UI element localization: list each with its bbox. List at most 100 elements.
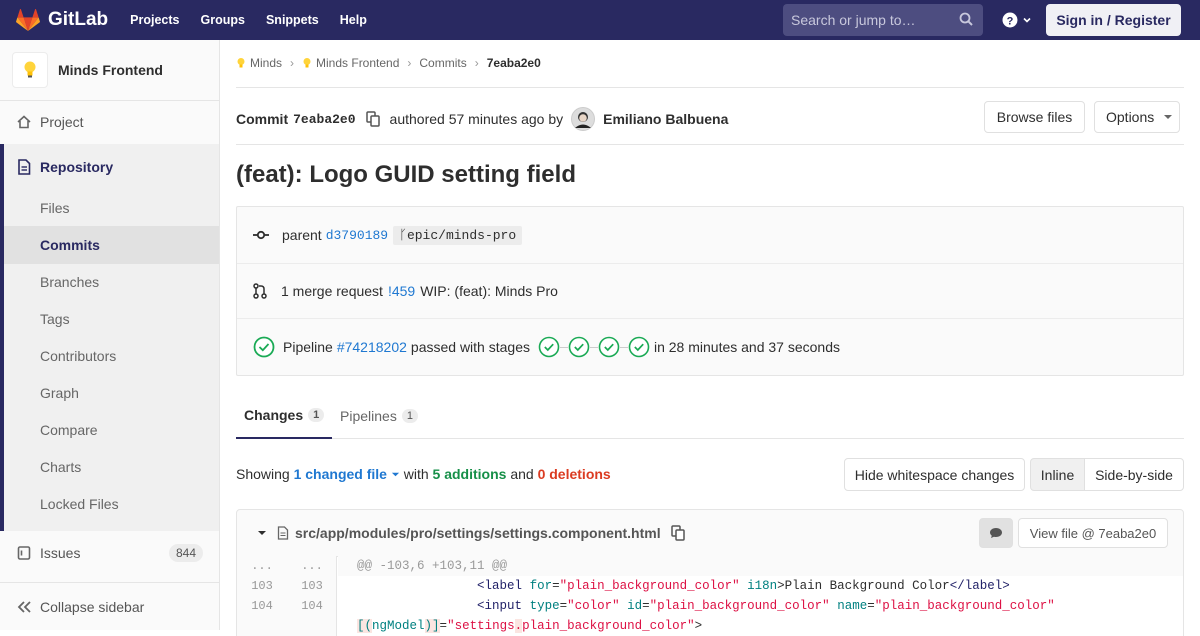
sidebar-item-label: Repository bbox=[40, 159, 114, 175]
copy-icon[interactable] bbox=[670, 525, 685, 541]
sidebar-item-files[interactable]: Files bbox=[40, 200, 70, 216]
inline-view-button[interactable]: Inline bbox=[1030, 458, 1085, 491]
copy-icon[interactable] bbox=[365, 111, 380, 127]
nav-projects[interactable]: Projects bbox=[130, 13, 179, 27]
breadcrumb-separator: › bbox=[407, 56, 412, 70]
sidebar-item-repository[interactable]: Repository bbox=[0, 153, 219, 181]
breadcrumb-current[interactable]: 7eaba2e0 bbox=[487, 56, 541, 70]
hide-whitespace-button[interactable]: Hide whitespace changes bbox=[844, 458, 1025, 491]
nav-groups[interactable]: Groups bbox=[201, 13, 245, 27]
commit-tabs: Changes 1 Pipelines 1 bbox=[236, 393, 1184, 439]
commit-icon bbox=[253, 230, 269, 240]
browse-files-button[interactable]: Browse files bbox=[984, 101, 1085, 133]
breadcrumb-commits[interactable]: Commits bbox=[419, 56, 466, 70]
brand-name: GitLab bbox=[48, 9, 109, 30]
stage-passed-icon[interactable] bbox=[538, 336, 560, 358]
sidebar-item-tags[interactable]: Tags bbox=[40, 311, 70, 327]
new-line-number[interactable]: 104 bbox=[287, 596, 337, 616]
gitlab-logo[interactable]: GitLab bbox=[16, 0, 108, 40]
stage-passed-icon[interactable] bbox=[628, 336, 650, 358]
caret-down-icon bbox=[391, 472, 399, 477]
sign-in-button[interactable]: Sign in / Register bbox=[1046, 4, 1181, 36]
view-file-label: View file @ 7eaba2e0 bbox=[1029, 525, 1157, 541]
svg-text:?: ? bbox=[1007, 15, 1014, 27]
parent-row: parent d3790189 ᚴepic/minds-pro bbox=[237, 207, 1183, 264]
search-input[interactable]: Search or jump to… bbox=[783, 4, 983, 36]
merge-request-row: 1 merge request !459 WIP: (feat): Minds … bbox=[237, 264, 1183, 319]
home-icon bbox=[17, 115, 31, 129]
project-name: Minds Frontend bbox=[58, 62, 163, 78]
tab-changes[interactable]: Changes 1 bbox=[236, 393, 333, 439]
changed-files-dropdown[interactable]: 1 changed file bbox=[294, 466, 400, 482]
toggle-comments-button[interactable] bbox=[979, 518, 1013, 548]
collapse-sidebar-button[interactable]: Collapse sidebar bbox=[0, 582, 219, 630]
sidebar-item-project[interactable]: Project bbox=[0, 106, 219, 138]
caret-down-icon bbox=[1164, 115, 1173, 119]
pipeline-status-text: passed with stages bbox=[410, 339, 530, 355]
merge-request-icon bbox=[253, 283, 267, 299]
double-chevron-left-icon bbox=[17, 600, 31, 613]
sidebar-item-charts[interactable]: Charts bbox=[40, 459, 81, 475]
parent-sha-link[interactable]: d3790189 bbox=[326, 228, 388, 243]
sidebar-item-compare[interactable]: Compare bbox=[40, 422, 98, 438]
breadcrumb-minds[interactable]: Minds bbox=[250, 56, 282, 70]
repository-section bbox=[0, 144, 219, 531]
new-line-number[interactable]: 103 bbox=[287, 576, 337, 596]
commit-header: Commit 7eaba2e0 authored 57 minutes ago … bbox=[236, 107, 728, 131]
new-line-number: ... bbox=[301, 559, 323, 573]
divider bbox=[236, 87, 1184, 88]
author-avatar[interactable] bbox=[571, 107, 596, 131]
nav-help[interactable]: Help bbox=[340, 13, 367, 27]
sidebar-item-locked-files[interactable]: Locked Files bbox=[40, 496, 119, 512]
tab-pipelines[interactable]: Pipelines 1 bbox=[332, 393, 426, 439]
issues-icon bbox=[17, 546, 31, 560]
divider bbox=[236, 144, 1184, 145]
file-path[interactable]: src/app/modules/pro/settings/settings.co… bbox=[295, 525, 661, 541]
author-name[interactable]: Emiliano Balbuena bbox=[603, 111, 728, 127]
stage-passed-icon[interactable] bbox=[568, 336, 590, 358]
deletions-count: 0 deletions bbox=[537, 466, 611, 482]
branch-name: epic/minds-pro bbox=[406, 227, 517, 243]
collapse-caret-icon[interactable] bbox=[257, 528, 267, 538]
old-line-number[interactable]: 103 bbox=[237, 576, 287, 596]
commit-sha: 7eaba2e0 bbox=[293, 111, 356, 127]
authored-text: authored 57 minutes ago by bbox=[389, 111, 564, 127]
sidebar-item-issues[interactable]: Issues 844 bbox=[0, 537, 219, 569]
tab-label: Pipelines bbox=[340, 408, 397, 424]
branch-icon: ᚴ bbox=[399, 227, 407, 243]
pipeline-stages bbox=[538, 336, 650, 358]
main-nav: Projects Groups Snippets Help bbox=[130, 13, 388, 27]
stage-passed-icon[interactable] bbox=[598, 336, 620, 358]
sidebar-item-contributors[interactable]: Contributors bbox=[40, 348, 116, 364]
lightbulb-icon bbox=[303, 58, 311, 68]
diff-line: 104 104 <input type="color" id="plain_ba… bbox=[237, 596, 1183, 616]
with-text: with bbox=[403, 466, 429, 482]
sidebar-item-graph[interactable]: Graph bbox=[40, 385, 79, 401]
diff-line: 103 103 <label for="plain_background_col… bbox=[237, 576, 1183, 596]
old-line-number[interactable]: 104 bbox=[237, 596, 287, 616]
side-by-side-button[interactable]: Side-by-side bbox=[1084, 458, 1184, 491]
merge-request-count: 1 merge request bbox=[281, 283, 383, 299]
help-dropdown[interactable]: ? bbox=[1002, 12, 1032, 28]
merge-request-link[interactable]: !459 bbox=[388, 283, 415, 299]
pipeline-link[interactable]: #74218202 bbox=[337, 339, 407, 355]
breadcrumb-separator: › bbox=[290, 56, 295, 70]
pipeline-passed-icon[interactable] bbox=[253, 336, 275, 358]
project-context[interactable]: Minds Frontend bbox=[0, 40, 220, 101]
sidebar-item-commits[interactable]: Commits bbox=[40, 237, 100, 253]
changed-files-label: 1 changed file bbox=[293, 466, 387, 482]
additions-count: 5 additions bbox=[432, 466, 507, 482]
sidebar-item-branches[interactable]: Branches bbox=[40, 274, 99, 290]
nav-snippets[interactable]: Snippets bbox=[266, 13, 319, 27]
tab-label: Changes bbox=[244, 407, 304, 423]
view-file-button[interactable]: View file @ 7eaba2e0 bbox=[1018, 518, 1168, 548]
options-dropdown[interactable]: Options bbox=[1094, 101, 1180, 133]
branch-badge[interactable]: ᚴepic/minds-pro bbox=[393, 225, 523, 245]
search-icon bbox=[959, 12, 973, 26]
stage-connector bbox=[559, 346, 568, 348]
lightbulb-icon bbox=[237, 58, 245, 68]
pipeline-row: Pipeline #74218202 passed with stages in… bbox=[237, 319, 1183, 375]
breadcrumb-minds-frontend[interactable]: Minds Frontend bbox=[316, 56, 399, 70]
collapse-label: Collapse sidebar bbox=[40, 598, 145, 615]
stage-connector bbox=[619, 346, 628, 348]
